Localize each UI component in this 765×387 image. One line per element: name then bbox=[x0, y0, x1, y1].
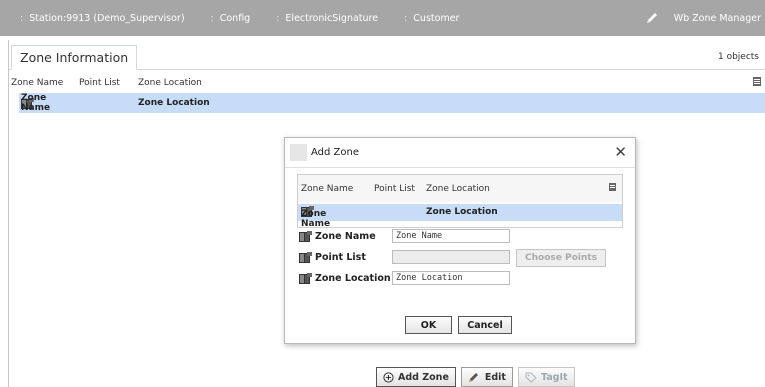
table-options-icon[interactable] bbox=[609, 183, 616, 191]
close-icon[interactable]: ✕ bbox=[614, 143, 627, 161]
zone-name-input[interactable]: Zone Name bbox=[392, 229, 510, 243]
tag-icon bbox=[525, 372, 537, 383]
zone-name-label: Zone Name bbox=[315, 230, 376, 242]
cancel-button[interactable]: Cancel bbox=[458, 316, 512, 334]
ok-button[interactable]: OK bbox=[405, 316, 452, 334]
zone-location-label: Zone Location bbox=[315, 272, 391, 284]
edit-button[interactable]: Edit bbox=[460, 367, 513, 387]
view-selector[interactable]: Wb Zone Manager bbox=[644, 0, 761, 36]
column-zone-name[interactable]: Zone Name bbox=[11, 78, 63, 88]
add-zone-button[interactable]: Add Zone bbox=[376, 367, 456, 387]
breadcrumb-customer[interactable]: : Customer bbox=[404, 13, 459, 24]
dialog-table-header: Zone Name Point List Zone Location bbox=[298, 175, 622, 202]
table-header: Zone Name Point List Zone Location bbox=[9, 74, 765, 92]
breadcrumb-config[interactable]: : Config bbox=[211, 13, 251, 24]
tab-zone-information[interactable]: Zone Information bbox=[11, 45, 138, 70]
row-zone-location: Zone Location bbox=[138, 98, 210, 108]
tagit-button[interactable]: TagIt bbox=[517, 367, 575, 387]
zone-name-row: Zone Name bbox=[299, 228, 376, 244]
dialog-title-bar[interactable]: Add Zone ✕ bbox=[285, 138, 635, 168]
tab-row: Zone Information 1 objects bbox=[9, 40, 765, 70]
dialog-column-zone-name[interactable]: Zone Name bbox=[301, 184, 353, 194]
zone-table-icon bbox=[299, 230, 312, 242]
point-list-row: Point List bbox=[299, 249, 366, 265]
zone-location-input[interactable]: Zone Location bbox=[392, 271, 510, 285]
column-point-list[interactable]: Point List bbox=[79, 78, 120, 88]
column-zone-location[interactable]: Zone Location bbox=[138, 78, 202, 88]
breadcrumb-station[interactable]: : Station:9913 (Demo_Supervisor) bbox=[20, 13, 185, 24]
dialog-column-point-list[interactable]: Point List bbox=[374, 184, 415, 194]
action-toolbar: Add Zone Edit TagIt bbox=[376, 367, 575, 387]
zone-location-row: Zone Location bbox=[299, 270, 391, 286]
plus-circle-icon bbox=[383, 371, 394, 383]
pencil-icon bbox=[468, 372, 478, 382]
point-list-input bbox=[392, 250, 510, 264]
app-logo-icon bbox=[290, 144, 307, 161]
view-name: Wb Zone Manager bbox=[673, 12, 761, 24]
choose-points-button[interactable]: Choose Points bbox=[516, 249, 606, 267]
point-list-label: Point List bbox=[315, 251, 366, 263]
zone-table-icon bbox=[299, 251, 312, 263]
table-row[interactable]: Zone Name Zone Location bbox=[19, 93, 765, 113]
dialog-column-zone-location[interactable]: Zone Location bbox=[426, 184, 490, 194]
table-options-icon[interactable] bbox=[753, 77, 761, 86]
nav-bar: : Station:9913 (Demo_Supervisor) : Config … bbox=[0, 0, 765, 36]
dialog-row-zone-location: Zone Location bbox=[426, 207, 498, 217]
zone-table-icon bbox=[299, 272, 312, 284]
dialog-buttons: OK Cancel bbox=[405, 316, 512, 334]
dialog-row-zone-name: Zone Name bbox=[301, 209, 331, 229]
object-count: 1 objects bbox=[717, 52, 759, 62]
table-row[interactable]: Zone Name Zone Location bbox=[298, 204, 622, 229]
dialog-title: Add Zone bbox=[311, 147, 359, 158]
dialog-table: Zone Name Point List Zone Location Zone … bbox=[297, 174, 623, 229]
pencil-icon bbox=[646, 13, 657, 23]
row-zone-name: Zone Name bbox=[21, 93, 51, 113]
breadcrumb-electronic-signature[interactable]: : ElectronicSignature bbox=[276, 13, 378, 24]
